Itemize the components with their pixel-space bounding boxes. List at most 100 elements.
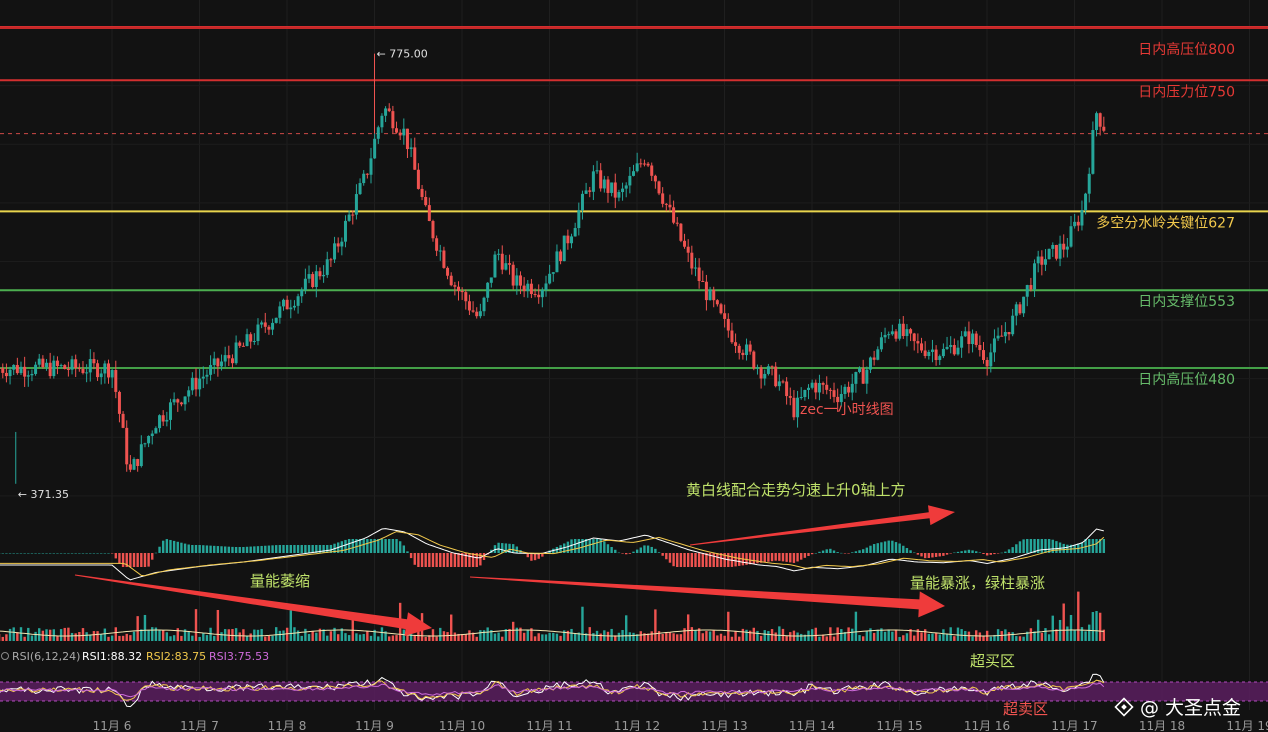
volume-bar [315, 632, 318, 641]
volume-bar [501, 636, 504, 641]
macd-bar [27, 553, 30, 554]
volume-bar [723, 635, 726, 641]
candle-body [814, 382, 818, 393]
watermark-text: @ 大圣点金 [1140, 697, 1241, 719]
candle-body [679, 223, 683, 241]
volume-bar [672, 633, 675, 641]
volume-bar [533, 636, 537, 641]
volume-bar [1077, 591, 1080, 641]
x-tick-label: 11月 7 [180, 719, 219, 732]
candle-body [409, 147, 413, 150]
candle-body [336, 243, 340, 247]
volume-bar [851, 628, 854, 641]
candle-body [500, 253, 504, 270]
candle-body [34, 364, 38, 374]
volume-bar [522, 632, 526, 641]
candle-body [1102, 126, 1106, 131]
macd-bar [796, 553, 799, 562]
candle-body [380, 115, 384, 128]
macd-bar [683, 553, 686, 567]
candle-body [974, 333, 978, 345]
candle-body [504, 263, 508, 270]
candle-body [580, 193, 584, 211]
candle-body [799, 397, 803, 399]
candle-body [690, 252, 694, 269]
candle-body [847, 386, 851, 393]
candle-body [292, 305, 296, 308]
macd-bar [395, 539, 398, 553]
macd-bar [242, 546, 245, 553]
candle-body [92, 359, 96, 364]
candle-body [340, 241, 344, 247]
candle-body [606, 179, 610, 193]
rsi3-value: RSI3:75.53 [209, 650, 269, 663]
volume-bar [169, 636, 172, 641]
volume-bar [734, 630, 737, 641]
volume-bar [541, 634, 544, 641]
candle-body [438, 250, 442, 252]
volume-bar [759, 635, 763, 641]
volume-bar [679, 634, 683, 641]
chart-title: zec一小时线图 [800, 402, 894, 418]
x-tick-label: 11月 16 [964, 719, 1010, 732]
macd-bar [132, 553, 136, 567]
macd-bar [5, 553, 8, 554]
candle-body [343, 220, 347, 242]
volume-bar [486, 627, 489, 641]
candle-body [420, 188, 424, 197]
macd-bar [778, 553, 781, 561]
volume-bar [1062, 603, 1065, 641]
candle-body [187, 390, 191, 397]
zec-hourly-chart: ← 775.00 ← 371.35 日内高压位800 日内压力位750 多空分水岭关… [0, 0, 1268, 732]
candle-body [566, 235, 570, 244]
volume-bar [555, 633, 559, 641]
macd-bar [431, 553, 435, 567]
macd-bar [413, 553, 416, 565]
candle-body [617, 192, 621, 198]
volume-bar [978, 632, 982, 641]
candle-body [697, 267, 701, 282]
macd-bar [322, 545, 325, 553]
macd-bar [424, 553, 427, 567]
macd-bar [103, 553, 107, 554]
macd-bar [223, 546, 227, 553]
volume-bar [165, 632, 169, 641]
candle-body [1000, 335, 1004, 337]
level-label-480: 日内高压位480 [1138, 371, 1235, 388]
macd-bar [931, 553, 934, 558]
rsi1-value: RSI1:88.32 [82, 650, 142, 663]
candle-body [632, 171, 635, 176]
candle-body [41, 358, 45, 368]
candle-body [1025, 285, 1029, 297]
macd-bar [807, 553, 810, 556]
macd-bar [30, 553, 34, 554]
candle-body [854, 372, 858, 384]
candle-body [263, 322, 267, 327]
volume-bar [661, 633, 664, 641]
volume-bar [905, 633, 909, 641]
candle-body [482, 297, 486, 312]
candle-body [351, 214, 355, 216]
macd-bar [19, 553, 23, 554]
macd-bar [712, 553, 715, 567]
candle-body [588, 190, 592, 192]
candle-body [1, 368, 5, 373]
candle-body [941, 348, 945, 357]
macd-bar [158, 546, 161, 553]
volume-bar [887, 629, 890, 641]
macd-bar [1102, 539, 1106, 553]
macd-bar [107, 553, 110, 554]
macd-bar [205, 545, 209, 553]
macd-bar [763, 553, 766, 563]
volume-bar [103, 628, 107, 641]
candle-body [212, 358, 216, 366]
macd-bar [738, 553, 741, 566]
macd-bar [654, 548, 657, 553]
candle-body [471, 310, 475, 312]
macd-bar [340, 541, 344, 553]
volume-bar [883, 631, 887, 641]
macd-bar [271, 545, 274, 553]
macd-bar [577, 539, 581, 553]
volume-bar [752, 627, 756, 641]
macd-bar [920, 553, 923, 557]
